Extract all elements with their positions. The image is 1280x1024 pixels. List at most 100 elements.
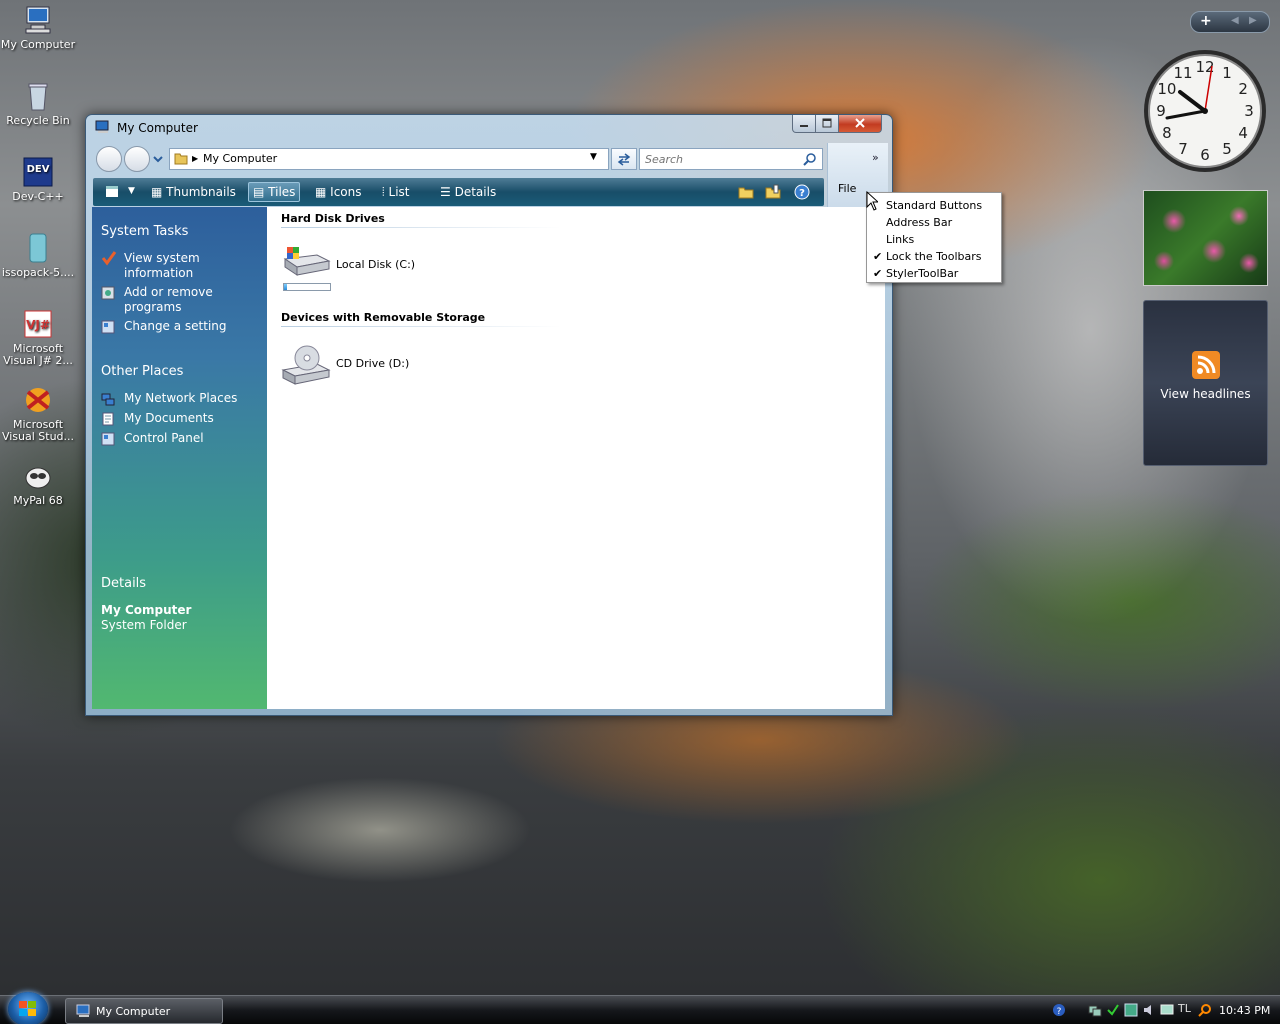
view-details-button[interactable]: ☰ Details [440, 184, 496, 200]
drive-cd-drive-d[interactable]: CD Drive (D:) [281, 344, 481, 392]
hard-drive-icon [281, 245, 331, 282]
add-gadget-icon[interactable]: + [1200, 13, 1212, 29]
clock-numeral: 7 [1178, 140, 1188, 158]
desktop-icon-issopack[interactable]: issopack-5.... [0, 232, 76, 279]
clock-gadget[interactable]: 12 1234567891011 [1142, 48, 1268, 174]
menu-item-stylertoolbar[interactable]: ✔ StylerToolBar [867, 265, 1001, 281]
feed-headlines-gadget[interactable]: View headlines [1143, 300, 1268, 466]
svg-text:?: ? [1057, 1007, 1062, 1017]
help-tray-icon[interactable]: ? [1052, 1003, 1066, 1020]
desktop-icon-label: Recycle Bin [6, 114, 70, 127]
help-icon[interactable]: ? [794, 184, 810, 203]
slideshow-gadget[interactable] [1143, 190, 1268, 286]
group-divider [281, 227, 561, 228]
back-button[interactable] [96, 146, 122, 172]
search-icon[interactable] [803, 152, 817, 169]
start-button[interactable] [8, 992, 48, 1024]
clock-time[interactable]: 10:43 PM [1219, 1004, 1270, 1017]
security-check-tray-icon[interactable] [1106, 1003, 1120, 1020]
desktop-icon-recycle-bin[interactable]: Recycle Bin [0, 80, 76, 127]
title-bar[interactable]: My Computer [86, 115, 892, 139]
desktop-icon-label: Dev-C++ [12, 190, 64, 203]
desktop-icon-my-computer[interactable]: My Computer [0, 4, 76, 51]
place-my-network-places[interactable]: My Network Places [124, 391, 237, 406]
taskbar-button-my-computer[interactable]: My Computer [65, 998, 223, 1024]
details-icon: ☰ [440, 185, 451, 199]
tiles-icon: ▤ [253, 185, 265, 199]
checkmark-icon: ✔ [873, 250, 883, 263]
taskbar-button-label: My Computer [96, 1005, 171, 1018]
clock-numeral: 1 [1222, 64, 1232, 82]
view-thumbnails-button[interactable]: ▦ Thumbnails [151, 184, 236, 200]
file-menu[interactable]: File [838, 182, 856, 195]
new-folder-icon[interactable] [738, 184, 754, 203]
menu-item-address-bar[interactable]: Address Bar [867, 214, 1001, 230]
documents-icon [101, 412, 115, 426]
display-tray-icon[interactable] [1160, 1003, 1174, 1020]
computer-icon [95, 120, 111, 134]
search-input[interactable] [643, 151, 797, 167]
explorer-window: My Computer ▶ My Computer ▼ Search ▼ ▦ T… [85, 114, 893, 716]
desktop-icon-label: Microsoft Visual Stud... [1, 418, 75, 443]
minimize-button[interactable] [792, 115, 816, 133]
desktop-icon-mypal[interactable]: MyPal 68 [0, 460, 76, 507]
layout-icon[interactable] [105, 185, 119, 201]
folder-options-icon[interactable] [765, 184, 781, 203]
mouse-cursor-icon [866, 190, 880, 214]
search-box[interactable] [639, 148, 823, 170]
desktop-icon-visual-jsharp[interactable]: VJ# Microsoft Visual J# 2... [0, 308, 76, 367]
address-bar[interactable]: ▶ My Computer ▼ [169, 148, 609, 170]
computer-icon [76, 1004, 92, 1021]
menu-item-links[interactable]: Links [867, 231, 1001, 247]
view-list-button[interactable]: ⦙ List [382, 184, 410, 200]
windows-logo-icon [19, 1001, 37, 1020]
place-control-panel[interactable]: Control Panel [124, 431, 204, 446]
add-remove-programs-icon [101, 286, 115, 300]
volume-tray-icon[interactable] [1142, 1003, 1156, 1020]
view-label: Icons [330, 185, 362, 199]
network-places-icon [101, 392, 115, 406]
desktop-icon-visual-studio[interactable]: Microsoft Visual Stud... [0, 384, 76, 443]
task-change-a-setting[interactable]: Change a setting [124, 319, 264, 334]
details-item-name: My Computer [101, 603, 192, 617]
view-label: List [388, 185, 410, 199]
menu-item-standard-buttons[interactable]: Standard Buttons [867, 197, 1001, 213]
view-tiles-button[interactable]: ▤ Tiles [248, 182, 301, 202]
mypal-icon [22, 460, 54, 492]
system-tasks-heading: System Tasks [101, 224, 189, 239]
menu-item-label: Lock the Toolbars [886, 250, 982, 263]
rss-feed-icon [1192, 351, 1220, 382]
address-text: My Computer [203, 152, 278, 165]
sidebar-controls: + ◀ ▶ [1190, 11, 1270, 33]
menu-item-lock-the-toolbars[interactable]: ✔ Lock the Toolbars [867, 248, 1001, 264]
maximize-button[interactable] [815, 115, 839, 133]
group-heading-hard-disk-drives: Hard Disk Drives [281, 212, 385, 225]
drive-local-disk-c[interactable]: Local Disk (C:) [281, 245, 481, 293]
place-my-documents[interactable]: My Documents [124, 411, 214, 426]
menu-item-label: StylerToolBar [886, 267, 959, 280]
forward-button[interactable] [124, 146, 150, 172]
search-tray-icon[interactable] [1198, 1003, 1212, 1020]
view-icons-button[interactable]: ▦ Icons [315, 184, 362, 200]
connection-tray-icon[interactable] [1124, 1003, 1138, 1020]
desktop-icon-label: issopack-5.... [1, 266, 75, 279]
setup-package-icon [22, 232, 54, 264]
network-tray-icon[interactable] [1088, 1003, 1102, 1020]
view-headlines-label: View headlines [1160, 387, 1251, 401]
window-title: My Computer [117, 121, 198, 135]
close-button[interactable] [838, 115, 882, 133]
previous-page-icon[interactable]: ◀ [1231, 15, 1239, 26]
layout-dropdown-icon[interactable]: ▼ [128, 186, 135, 196]
chevron-more-icon[interactable]: » [872, 151, 879, 164]
cd-drive-icon [281, 344, 331, 391]
text-services-tray-icon[interactable]: TL [1178, 1002, 1191, 1015]
command-bar: ▼ ▦ Thumbnails ▤ Tiles ▦ Icons ⦙ List ☰ … [93, 178, 824, 206]
visual-studio-icon [22, 384, 54, 416]
address-dropdown-icon[interactable]: ▼ [590, 152, 597, 162]
task-add-remove-programs[interactable]: Add or remove programs [124, 285, 264, 315]
desktop-icon-dev-cpp[interactable]: DEV Dev-C++ [0, 156, 76, 203]
recent-pages-chevron-icon[interactable] [152, 153, 164, 165]
task-view-system-information[interactable]: View system information [124, 251, 264, 281]
refresh-button[interactable] [611, 148, 637, 170]
next-page-icon[interactable]: ▶ [1249, 15, 1257, 26]
